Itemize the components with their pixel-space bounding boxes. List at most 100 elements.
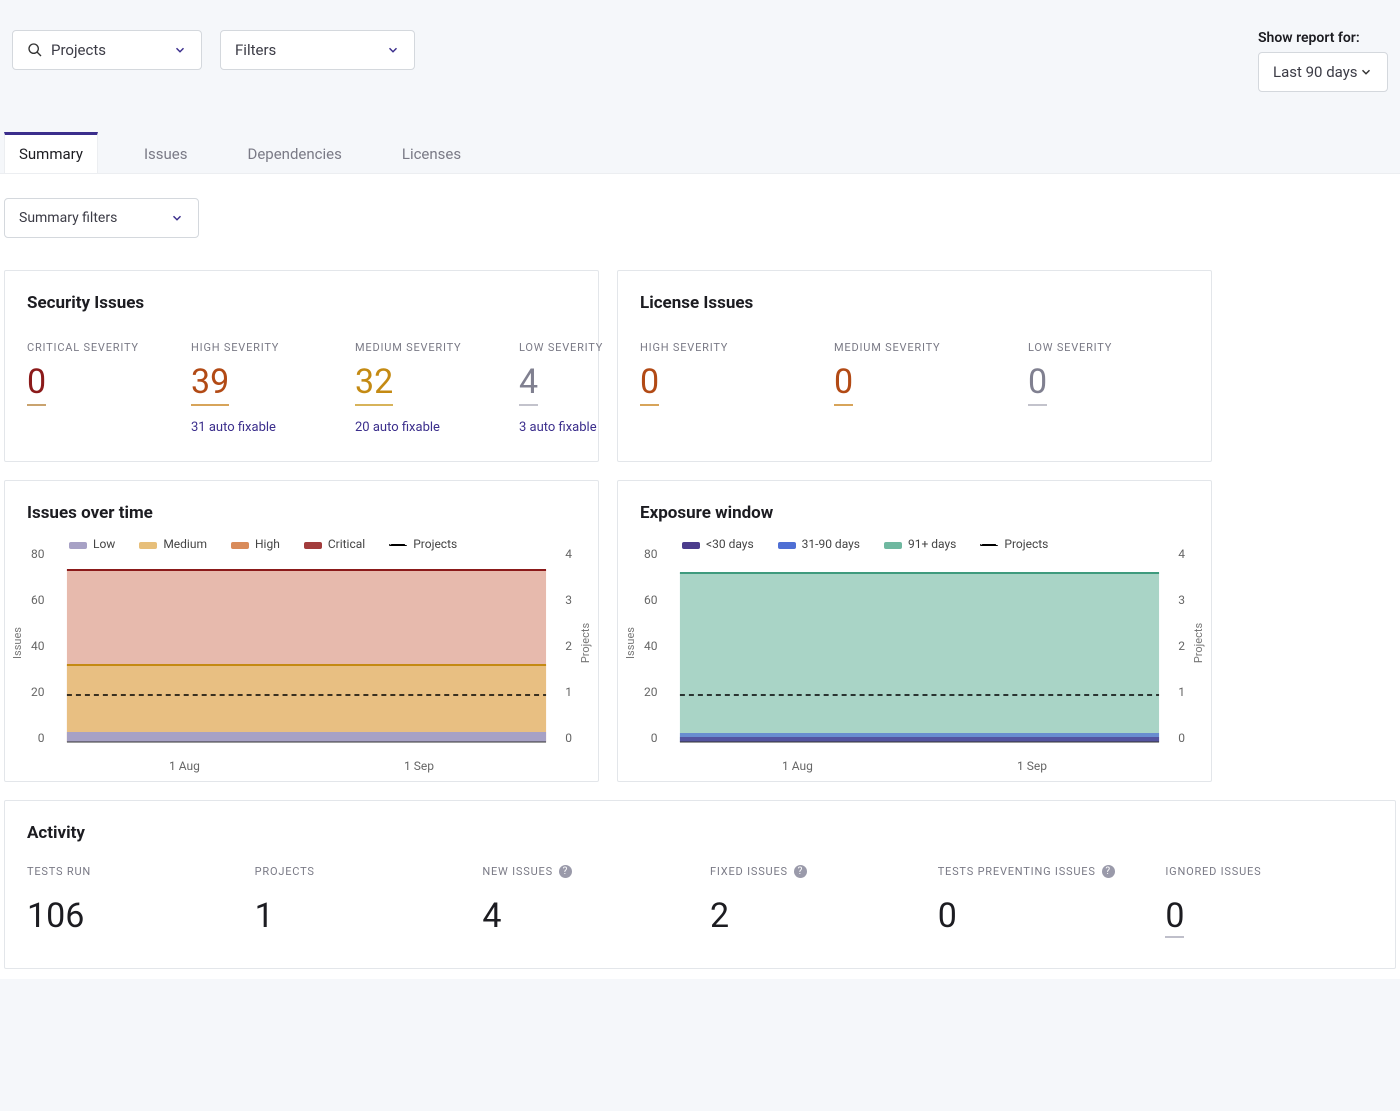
legend-swatch-critical [304, 542, 322, 549]
chevron-down-icon [170, 211, 184, 225]
report-for: Show report for: Last 90 days [1258, 30, 1388, 92]
stat-block: HIGH SEVERITY 0 [640, 341, 790, 406]
activity-label: IGNORED ISSUES [1165, 865, 1373, 878]
stat-value[interactable]: 39 [191, 360, 229, 406]
y-left-axis: 80 60 40 20 0 [31, 547, 45, 745]
issues-legend: Low Medium High Critical Projects [27, 523, 576, 555]
legend-swatch-3190 [778, 542, 796, 549]
stat-label: CRITICAL SEVERITY [27, 341, 147, 354]
activity-item: IGNORED ISSUES 0 [1165, 865, 1373, 938]
legend-swatch-91 [884, 542, 902, 549]
issues-chart: Issues Projects Low Medium High Critical… [5, 523, 598, 763]
legend-swatch-lt30 [682, 542, 700, 549]
stat-block: MEDIUM SEVERITY 32 20 auto fixable [355, 341, 475, 435]
x-axis: 1 Aug 1 Sep [640, 755, 1189, 773]
activity-value: 1 [255, 896, 463, 936]
stat-value[interactable]: 32 [355, 360, 393, 406]
stat-sub: 31 auto fixable [191, 420, 311, 435]
stat-label: MEDIUM SEVERITY [355, 341, 475, 354]
x-axis: 1 Aug 1 Sep [27, 755, 576, 773]
stat-value[interactable]: 0 [1028, 360, 1047, 406]
chevron-down-icon [386, 43, 400, 57]
activity-label: TESTS PREVENTING ISSUES? [938, 865, 1146, 878]
legend-swatch-projects [980, 544, 998, 546]
exposure-chart: Issues Projects <30 days 31-90 days 91+ … [618, 523, 1211, 763]
topbar: Projects Filters Show report for: Last 9… [0, 0, 1400, 92]
stat-label: HIGH SEVERITY [640, 341, 790, 354]
stat-value[interactable]: 0 [834, 360, 853, 406]
stat-block: HIGH SEVERITY 39 31 auto fixable [191, 341, 311, 435]
stat-value[interactable]: 4 [519, 360, 538, 406]
license-issues-title: License Issues [618, 271, 1211, 313]
security-issues-card: Security Issues CRITICAL SEVERITY 0 HIGH S… [4, 270, 599, 462]
date-range-dropdown[interactable]: Last 90 days [1258, 52, 1388, 92]
activity-item: NEW ISSUES? 4 [482, 865, 690, 938]
stat-label: HIGH SEVERITY [191, 341, 311, 354]
y-right-axis: 4 3 2 1 0 [565, 547, 572, 745]
tab-summary[interactable]: Summary [4, 132, 98, 173]
legend-swatch-low [69, 542, 87, 549]
activity-value[interactable]: 0 [1165, 896, 1184, 938]
activity-value: 106 [27, 896, 235, 936]
activity-value: 0 [938, 896, 1146, 936]
stat-block: CRITICAL SEVERITY 0 [27, 341, 147, 435]
filters-left: Projects Filters [12, 30, 415, 70]
y-left-label: Issues [624, 627, 637, 659]
legend-swatch-medium [139, 542, 157, 549]
activity-items: TESTS RUN106 PROJECTS 1 NEW ISSUES? 4 FIXED I… [5, 843, 1395, 968]
stat-value[interactable]: 0 [27, 360, 46, 406]
y-left-axis: 80 60 40 20 0 [644, 547, 658, 745]
stat-cards-row: Security Issues CRITICAL SEVERITY0HIGH S… [4, 270, 1396, 462]
exposure-chart-title: Exposure window [618, 481, 1211, 523]
issues-chart-title: Issues over time [5, 481, 598, 523]
tab-licenses[interactable]: Licenses [388, 132, 475, 173]
activity-item: TESTS PREVENTING ISSUES? 0 [938, 865, 1146, 938]
help-icon[interactable]: ? [794, 865, 807, 878]
activity-label: NEW ISSUES? [482, 865, 690, 878]
issues-chart-svg [27, 555, 576, 755]
y-left-label: Issues [11, 627, 24, 659]
y-right-label: Projects [1192, 623, 1205, 663]
stat-value[interactable]: 0 [640, 360, 659, 406]
stat-label: MEDIUM SEVERITY [834, 341, 984, 354]
tab-dependencies[interactable]: Dependencies [234, 132, 356, 173]
activity-title: Activity [5, 801, 1395, 843]
activity-label: FIXED ISSUES? [710, 865, 918, 878]
exposure-legend: <30 days 31-90 days 91+ days Projects [640, 523, 1189, 555]
security-stats: CRITICAL SEVERITY 0 HIGH SEVERITY 39 31 auto… [5, 313, 598, 461]
summary-filters-dropdown[interactable]: Summary filters [4, 198, 199, 238]
main: Summary filters Security Issues CRITICAL… [0, 174, 1400, 979]
search-icon [27, 42, 43, 58]
issues-over-time-card: Issues over time Issues Projects Low Med… [4, 480, 599, 782]
legend-swatch-high [231, 542, 249, 549]
exposure-chart-svg [640, 555, 1189, 755]
filters-dropdown[interactable]: Filters [220, 30, 415, 70]
legend-swatch-projects [389, 544, 407, 546]
projects-label: Projects [51, 41, 106, 59]
tab-issues[interactable]: Issues [130, 132, 202, 173]
help-icon[interactable]: ? [559, 865, 572, 878]
stat-label: LOW SEVERITY [1028, 341, 1178, 354]
activity-item: PROJECTS 1 [255, 865, 463, 938]
y-right-label: Projects [579, 623, 592, 663]
report-for-label: Show report for: [1258, 30, 1388, 46]
license-issues-card: License Issues HIGH SEVERITY 0 MEDIUM SEVE… [617, 270, 1212, 462]
filters-label: Filters [235, 41, 276, 59]
activity-item: FIXED ISSUES? 2 [710, 865, 918, 938]
help-icon[interactable]: ? [1102, 865, 1115, 878]
activity-item: TESTS RUN106 [27, 865, 235, 938]
activity-label: PROJECTS [255, 865, 463, 878]
activity-value: 4 [482, 896, 690, 936]
chart-row: Issues over time Issues Projects Low Med… [4, 480, 1396, 782]
summary-filters-label: Summary filters [19, 210, 117, 226]
security-issues-title: Security Issues [5, 271, 598, 313]
license-stats: HIGH SEVERITY0MEDIUM SEVERITY0LOW SEVERI… [618, 313, 1211, 432]
exposure-window-card: Exposure window Issues Projects <30 days… [617, 480, 1212, 782]
activity-card: Activity TESTS RUN106 PROJECTS 1 NEW ISSUES… [4, 800, 1396, 969]
tabs: Summary Issues Dependencies Licenses [0, 92, 1400, 174]
stat-sub: 20 auto fixable [355, 420, 475, 435]
activity-value: 2 [710, 896, 918, 936]
stat-block: LOW SEVERITY 0 [1028, 341, 1178, 406]
chevron-down-icon [173, 43, 187, 57]
projects-dropdown[interactable]: Projects [12, 30, 202, 70]
